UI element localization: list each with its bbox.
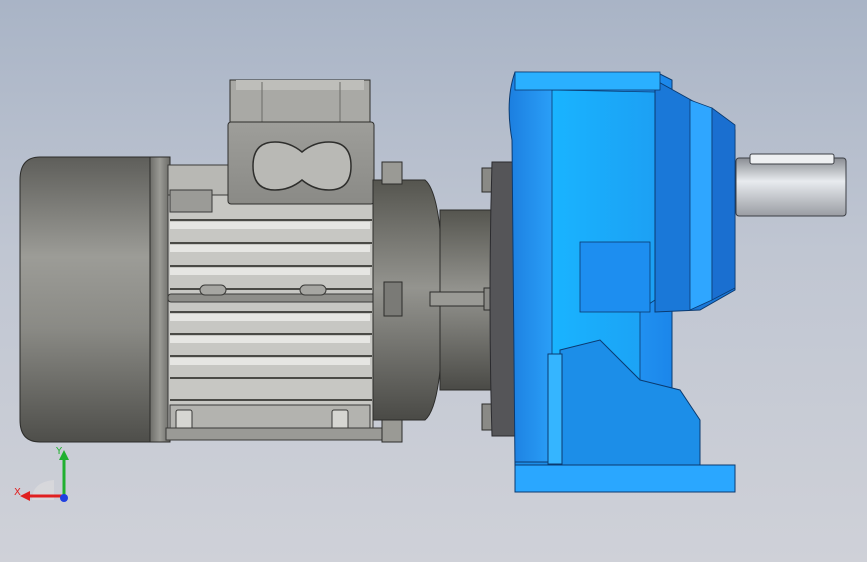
- flange-bolt: [381, 419, 403, 443]
- flange-bolt: [383, 281, 403, 317]
- lifting-lug: [199, 284, 227, 296]
- motor-endcap-rim: [149, 156, 171, 443]
- foot-rib: [547, 353, 563, 465]
- gearmotor-model[interactable]: [0, 0, 867, 562]
- motor[interactable]: [19, 79, 499, 443]
- frame-tab: [169, 189, 213, 213]
- housing-boss: [579, 241, 651, 313]
- tie-rod: [167, 293, 389, 303]
- base-rail: [165, 427, 385, 441]
- gear-reducer[interactable]: [489, 71, 736, 493]
- output-shaft[interactable]: [735, 153, 847, 217]
- gear-rear-plate: [489, 161, 516, 437]
- x-axis-label: X: [14, 487, 21, 498]
- shaft-keyway: [749, 153, 835, 165]
- coupling-bolt: [429, 291, 489, 307]
- lifting-lug: [299, 284, 327, 296]
- motor-endcap: [19, 156, 169, 443]
- bolt-head: [175, 409, 193, 431]
- z-axis-dot: [60, 494, 68, 502]
- cad-viewport[interactable]: Y X: [0, 0, 867, 562]
- coordinate-triad[interactable]: Y X: [10, 440, 80, 510]
- flange-bolt: [381, 161, 403, 185]
- bolt-head: [331, 409, 349, 431]
- x-axis-arrowhead: [20, 491, 30, 501]
- housing-top-step: [514, 71, 661, 91]
- y-axis-label: Y: [55, 446, 63, 457]
- foot-plate: [514, 464, 736, 493]
